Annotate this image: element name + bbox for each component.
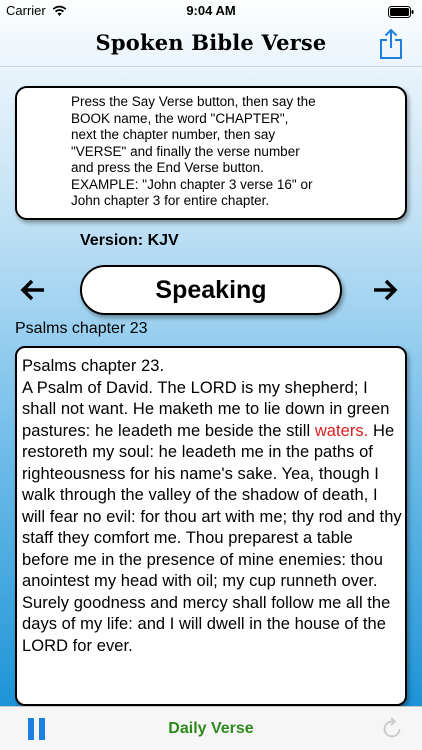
passage-label: Psalms chapter 23	[15, 320, 148, 337]
version-label: Version: KJV	[80, 232, 179, 249]
verse-text-after: He restoreth my soul: he leadeth me in t…	[22, 421, 402, 655]
battery-icon	[388, 5, 414, 23]
daily-verse-button[interactable]: Daily Verse	[0, 720, 422, 738]
verse-text: Psalms chapter 23. A Psalm of David. The…	[22, 356, 402, 657]
arrow-right-icon[interactable]	[372, 278, 398, 307]
verse-text-area[interactable]: Psalms chapter 23. A Psalm of David. The…	[15, 346, 407, 706]
header-divider	[0, 66, 422, 67]
instructions-text: Press the Say Verse button, then say the…	[71, 94, 316, 208]
share-icon[interactable]	[378, 28, 404, 65]
refresh-icon[interactable]	[382, 717, 404, 746]
instructions-box: Press the Say Verse button, then say the…	[15, 86, 407, 220]
app-title: Spoken Bible Verse	[95, 30, 327, 55]
speaking-button[interactable]: Speaking	[80, 265, 342, 315]
arrow-left-icon[interactable]	[20, 278, 46, 307]
status-time: 9:04 AM	[186, 3, 236, 18]
status-bar: Carrier 9:04 AM	[0, 0, 422, 22]
bottom-toolbar: Daily Verse	[0, 706, 422, 750]
verse-highlight: waters.	[314, 421, 369, 440]
